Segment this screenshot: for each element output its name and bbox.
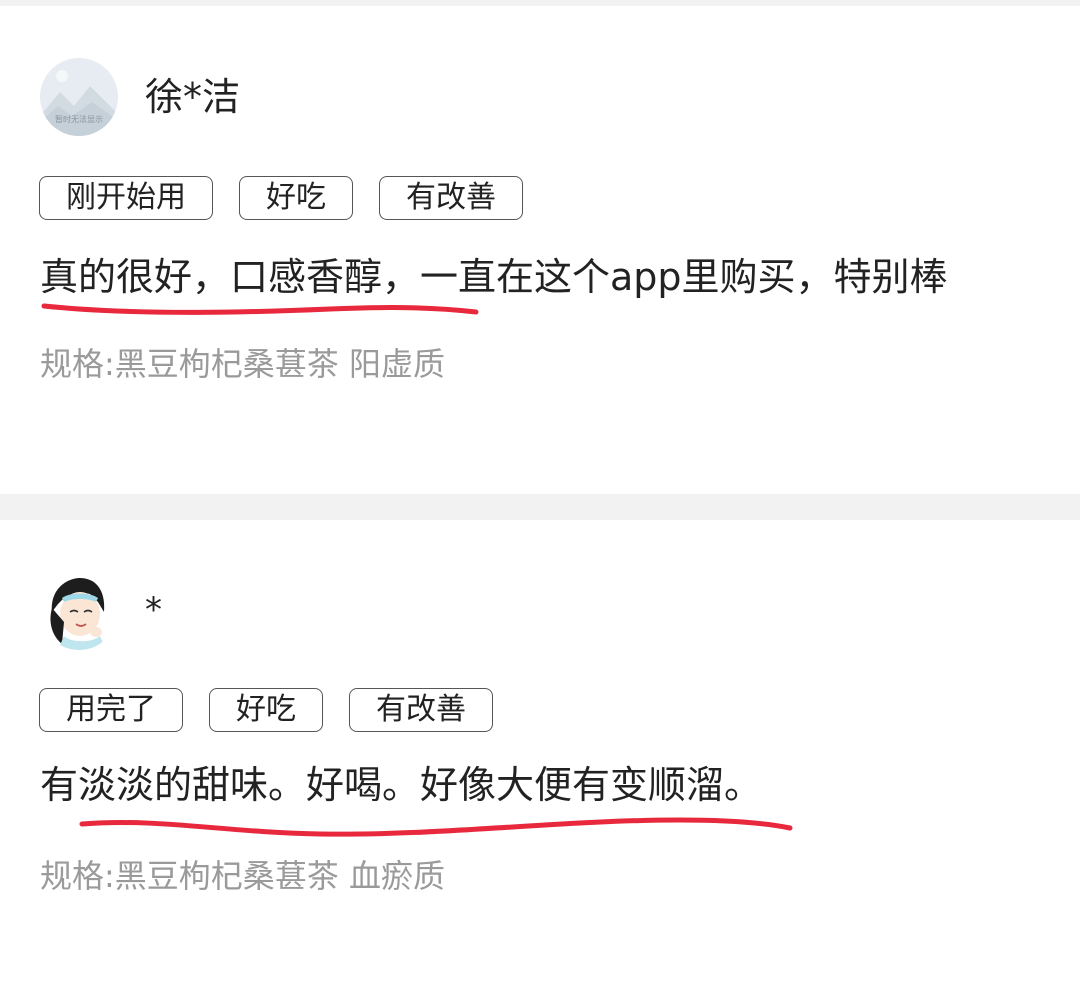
- review-separator: [0, 494, 1080, 520]
- tag-list: 用完了 好吃 有改善: [39, 688, 493, 732]
- tag[interactable]: 好吃: [209, 688, 323, 732]
- review-card: * 用完了 好吃 有改善 有淡淡的甜味。好喝。好像大便有变顺溜。 规格:黑豆枸杞…: [0, 520, 1080, 1000]
- username: 徐*洁: [145, 75, 241, 119]
- tag[interactable]: 用完了: [39, 688, 183, 732]
- avatar-cartoon-icon[interactable]: [40, 572, 118, 650]
- spec-text: 规格:黑豆枸杞桑葚茶 血瘀质: [40, 857, 445, 895]
- tag[interactable]: 好吃: [239, 176, 353, 220]
- avatar-caption: 暂时无法显示: [55, 114, 103, 124]
- tag[interactable]: 有改善: [349, 688, 493, 732]
- spec-text: 规格:黑豆枸杞桑葚茶 阳虚质: [40, 345, 445, 383]
- review-text: 真的很好，口感香醇，一直在这个app里购买，特别棒: [40, 255, 948, 299]
- username: *: [145, 590, 162, 630]
- red-underline-annotation: [79, 817, 793, 837]
- tag[interactable]: 刚开始用: [39, 176, 213, 220]
- avatar-placeholder-icon[interactable]: 暂时无法显示: [40, 58, 118, 136]
- review-text: 有淡淡的甜味。好喝。好像大便有变顺溜。: [40, 763, 763, 807]
- review-card: 暂时无法显示 徐*洁 刚开始用 好吃 有改善 真的很好，口感香醇，一直在这个ap…: [0, 6, 1080, 494]
- tag-list: 刚开始用 好吃 有改善: [39, 176, 523, 220]
- tag[interactable]: 有改善: [379, 176, 523, 220]
